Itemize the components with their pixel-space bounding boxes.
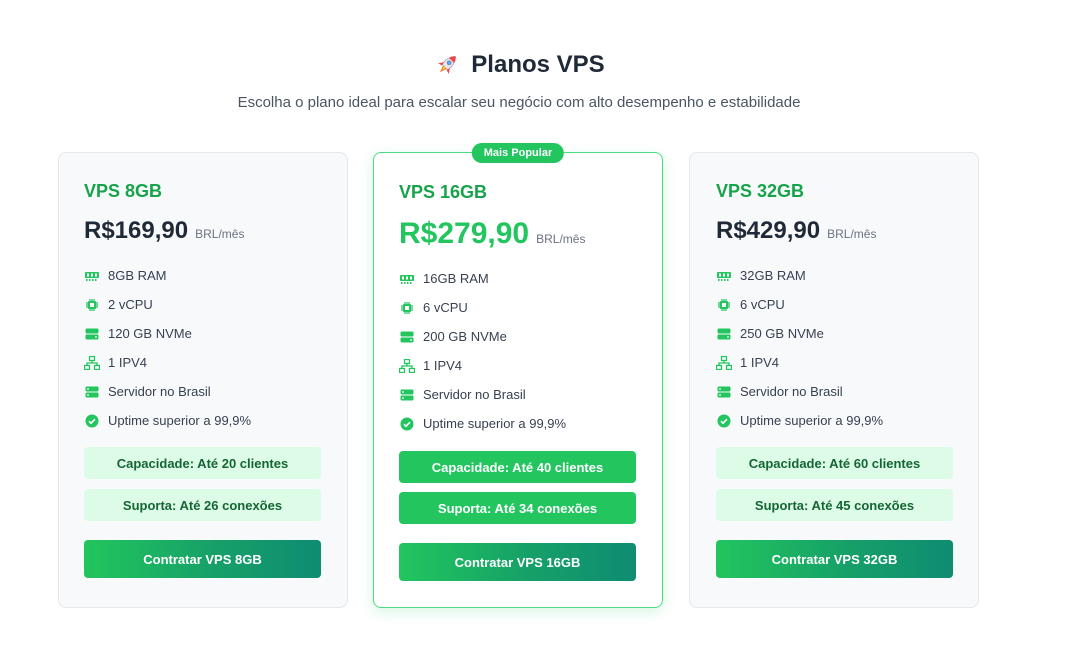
plan-period: BRL/mês — [827, 227, 877, 241]
memory-icon — [84, 268, 100, 284]
plan-period: BRL/mês — [195, 227, 245, 241]
cpu-icon — [399, 300, 415, 316]
connections-box: Suporta: Até 34 conexões — [399, 492, 636, 524]
feature-item-uptime: Uptime superior a 99,9% — [84, 406, 251, 435]
popular-badge: Mais Popular — [471, 143, 565, 163]
connections-box: Suporta: Até 45 conexões — [716, 489, 953, 521]
feature-item-storage: 250 GB NVMe — [716, 319, 883, 348]
capacity-box: Capacidade: Até 40 clientes — [399, 451, 636, 483]
plan-name: VPS 32GB — [716, 181, 805, 201]
price-row: R$279,90 BRL/mês — [399, 217, 585, 251]
feature-item-ram: 32GB RAM — [716, 261, 883, 290]
feature-label: 6 vCPU — [740, 297, 785, 312]
feature-item-storage: 120 GB NVMe — [84, 319, 251, 348]
feature-item-uptime: Uptime superior a 99,9% — [399, 409, 566, 438]
page-header: Planos VPS Escolha o plano ideal para es… — [0, 48, 1038, 111]
storage-icon — [84, 326, 100, 342]
feature-label: Servidor no Brasil — [108, 384, 211, 399]
price-row: R$429,90 BRL/mês — [716, 217, 876, 245]
connections-box: Suporta: Até 26 conexões — [84, 489, 321, 521]
feature-label: 1 IPV4 — [740, 355, 780, 370]
storage-icon — [716, 326, 732, 342]
feature-item-location: Servidor no Brasil — [716, 377, 883, 406]
server-icon — [716, 384, 732, 400]
feature-list: 32GB RAM 6 vCPU 250 GB NVMe 1 IPV4 Servi… — [716, 261, 883, 435]
check-circle-icon — [716, 413, 732, 429]
feature-item-ram: 16GB RAM — [399, 264, 566, 293]
server-icon — [399, 387, 415, 403]
feature-label: 8GB RAM — [108, 268, 167, 283]
feature-label: Uptime superior a 99,9% — [740, 413, 884, 428]
plan-period: BRL/mês — [536, 232, 586, 246]
page-title-text: Planos VPS — [471, 51, 605, 78]
feature-item-uptime: Uptime superior a 99,9% — [716, 406, 883, 435]
feature-label: 16GB RAM — [423, 271, 489, 286]
price-row: R$169,90 BRL/mês — [84, 217, 244, 245]
plan-card-16gb: Mais Popular VPS 16GB R$279,90 BRL/mês 1… — [373, 143, 663, 608]
plan-name: VPS 16GB — [399, 182, 488, 202]
feature-label: Servidor no Brasil — [740, 384, 843, 399]
network-icon — [716, 355, 732, 371]
feature-label: 32GB RAM — [740, 268, 806, 283]
feature-label: 250 GB NVMe — [740, 326, 824, 341]
feature-label: 200 GB NVMe — [423, 329, 507, 344]
contract-vps-16gb-button[interactable]: Contratar VPS 16GB — [399, 543, 636, 581]
server-icon — [84, 384, 100, 400]
page-subtitle: Escolha o plano ideal para escalar seu n… — [237, 94, 801, 111]
contract-vps-8gb-button[interactable]: Contratar VPS 8GB — [84, 540, 321, 578]
feature-list: 8GB RAM 2 vCPU 120 GB NVMe 1 IPV4 Servid… — [84, 261, 251, 435]
feature-label: 120 GB NVMe — [108, 326, 192, 341]
check-circle-icon — [399, 416, 415, 432]
rocket-icon — [433, 51, 461, 79]
contract-vps-32gb-button[interactable]: Contratar VPS 32GB — [716, 540, 953, 578]
feature-label: Servidor no Brasil — [423, 387, 526, 402]
plan-card-32gb: VPS 32GB R$429,90 BRL/mês 32GB RAM 6 vCP… — [689, 152, 979, 608]
feature-item-ipv4: 1 IPV4 — [716, 348, 883, 377]
cpu-icon — [84, 297, 100, 313]
check-circle-icon — [84, 413, 100, 429]
feature-label: 1 IPV4 — [423, 358, 463, 373]
memory-icon — [716, 268, 732, 284]
feature-item-cpu: 2 vCPU — [84, 290, 251, 319]
feature-item-storage: 200 GB NVMe — [399, 322, 566, 351]
feature-label: Uptime superior a 99,9% — [423, 416, 567, 431]
feature-item-ipv4: 1 IPV4 — [84, 348, 251, 377]
feature-label: 1 IPV4 — [108, 355, 148, 370]
network-icon — [399, 358, 415, 374]
capacity-box: Capacidade: Até 60 clientes — [716, 447, 953, 479]
feature-item-ipv4: 1 IPV4 — [399, 351, 566, 380]
feature-label: 2 vCPU — [108, 297, 153, 312]
feature-label: 6 vCPU — [423, 300, 468, 315]
feature-item-location: Servidor no Brasil — [84, 377, 251, 406]
plan-price: R$429,90 — [716, 217, 821, 244]
storage-icon — [399, 329, 415, 345]
feature-item-cpu: 6 vCPU — [716, 290, 883, 319]
plan-price: R$169,90 — [84, 217, 189, 244]
feature-item-cpu: 6 vCPU — [399, 293, 566, 322]
memory-icon — [399, 271, 415, 287]
plan-name: VPS 8GB — [84, 181, 163, 201]
cpu-icon — [716, 297, 732, 313]
network-icon — [84, 355, 100, 371]
feature-item-ram: 8GB RAM — [84, 261, 251, 290]
plan-card-8gb: VPS 8GB R$169,90 BRL/mês 8GB RAM 2 vCPU … — [58, 152, 348, 608]
page-title: Planos VPS — [433, 48, 605, 82]
feature-item-location: Servidor no Brasil — [399, 380, 566, 409]
plan-price: R$279,90 — [399, 217, 530, 250]
feature-label: Uptime superior a 99,9% — [108, 413, 252, 428]
feature-list: 16GB RAM 6 vCPU 200 GB NVMe 1 IPV4 Servi… — [399, 264, 566, 438]
capacity-box: Capacidade: Até 20 clientes — [84, 447, 321, 479]
